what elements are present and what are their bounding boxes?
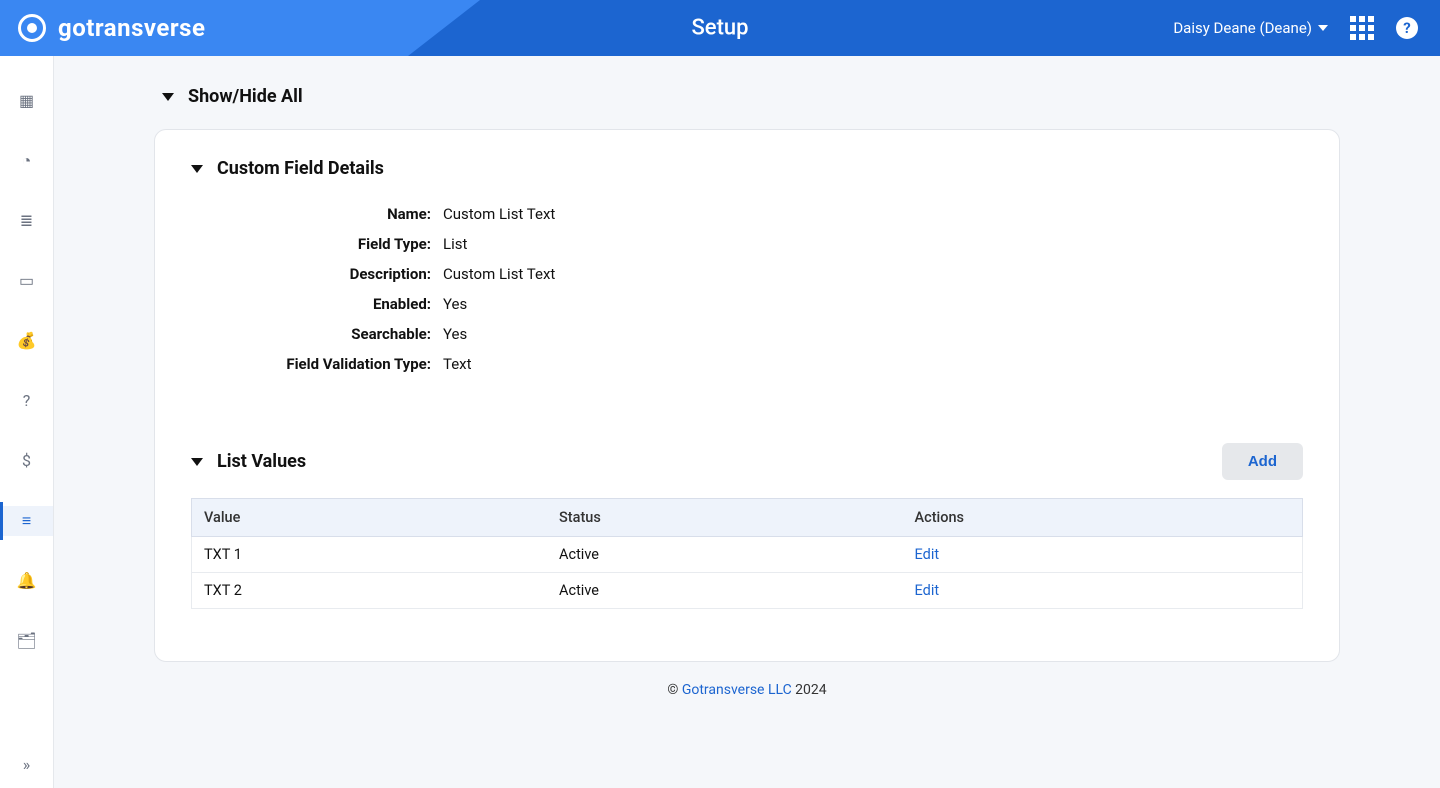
footer: © Gotransverse LLC 2024 — [154, 662, 1340, 704]
help-icon[interactable]: ? — [1396, 17, 1418, 39]
sidebar-item-money-bag[interactable]: 💰 — [0, 326, 53, 356]
detail-value: Yes — [443, 325, 1303, 343]
support-icon: ? — [23, 393, 31, 409]
custom-field-details: Name: Custom List Text Field Type: List Desc… — [191, 205, 1303, 373]
sidebar-item-dashboard[interactable]: ▦ — [0, 86, 53, 116]
setup-icon: ≡ — [22, 513, 31, 529]
sidebar: ▦ ◔ ≣ ▭ 💰? $ ≡ 🔔 🗂 » — [0, 56, 54, 788]
detail-value: Custom List Text — [443, 265, 1303, 283]
triangle-down-icon — [191, 458, 203, 466]
sidebar-item-notifications[interactable]: 🔔 — [0, 566, 53, 596]
sidebar-expand-toggle[interactable]: » — [23, 755, 31, 774]
currency-icon: $ — [22, 453, 31, 469]
brand-logo-icon — [18, 14, 46, 42]
list-values-header[interactable]: List Values — [191, 451, 306, 472]
cell-status: Active — [547, 537, 903, 573]
sidebar-item-support[interactable]: ? — [0, 386, 53, 416]
page-title: Setup — [691, 16, 748, 41]
detail-label: Description: — [191, 265, 431, 283]
detail-label: Name: — [191, 205, 431, 223]
col-value: Value — [192, 499, 548, 537]
footer-year: 2024 — [792, 682, 827, 698]
lists-icon: ≣ — [20, 213, 33, 229]
cell-value: TXT 1 — [192, 537, 548, 573]
detail-label: Searchable: — [191, 325, 431, 343]
history-icon: ◔ — [22, 153, 32, 169]
detail-label: Field Type: — [191, 235, 431, 253]
notifications-icon: 🔔 — [17, 573, 37, 589]
user-menu[interactable]: Daisy Deane (Deane) — [1173, 19, 1328, 37]
list-values-title: List Values — [217, 451, 306, 472]
col-actions: Actions — [903, 499, 1303, 537]
custom-field-details-header[interactable]: Custom Field Details — [191, 158, 1303, 179]
show-hide-all-label: Show/Hide All — [188, 86, 303, 107]
col-status: Status — [547, 499, 903, 537]
footer-prefix: © — [667, 682, 681, 698]
chevron-right-double-icon: » — [23, 755, 31, 774]
list-values-table: Value Status Actions TXT 1ActiveEditTXT … — [191, 498, 1303, 609]
triangle-down-icon — [162, 93, 174, 101]
footer-link[interactable]: Gotransverse LLC — [682, 682, 792, 698]
sidebar-item-documents[interactable]: ▭ — [0, 266, 53, 296]
documents-icon: ▭ — [19, 273, 34, 289]
detail-value: Custom List Text — [443, 205, 1303, 223]
custom-field-details-title: Custom Field Details — [217, 158, 384, 179]
chevron-down-icon — [1318, 25, 1328, 31]
main-content: Show/Hide All Custom Field Details Name:… — [54, 56, 1440, 788]
detail-label: Field Validation Type: — [191, 355, 431, 373]
header-right: Daisy Deane (Deane) ? — [1173, 16, 1440, 40]
records-icon: 🗂 — [16, 633, 36, 649]
add-button[interactable]: Add — [1222, 443, 1303, 480]
sidebar-item-records[interactable]: 🗂 — [0, 626, 53, 656]
brand[interactable]: gotransverse — [0, 0, 480, 56]
detail-value: Text — [443, 355, 1303, 373]
money-bag-icon: 💰 — [17, 333, 37, 349]
sidebar-item-history[interactable]: ◔ — [0, 146, 53, 176]
cell-value: TXT 2 — [192, 573, 548, 609]
detail-label: Enabled: — [191, 295, 431, 313]
detail-panel: Custom Field Details Name: Custom List Te… — [154, 129, 1340, 662]
sidebar-item-lists[interactable]: ≣ — [0, 206, 53, 236]
edit-link[interactable]: Edit — [915, 582, 940, 599]
user-label: Daisy Deane (Deane) — [1173, 19, 1312, 37]
show-hide-all-toggle[interactable]: Show/Hide All — [162, 86, 1340, 107]
cell-actions: Edit — [903, 573, 1303, 609]
triangle-down-icon — [191, 165, 203, 173]
app-header: gotransverse Setup Daisy Deane (Deane) ? — [0, 0, 1440, 56]
detail-value: List — [443, 235, 1303, 253]
cell-status: Active — [547, 573, 903, 609]
detail-value: Yes — [443, 295, 1303, 313]
sidebar-item-currency[interactable]: $ — [0, 446, 53, 476]
edit-link[interactable]: Edit — [915, 546, 940, 563]
sidebar-item-setup[interactable]: ≡ — [0, 506, 53, 536]
table-row: TXT 2Active Edit — [192, 573, 1303, 609]
brand-name: gotransverse — [58, 14, 205, 42]
cell-actions: Edit — [903, 537, 1303, 573]
table-header-row: Value Status Actions — [192, 499, 1303, 537]
table-row: TXT 1Active Edit — [192, 537, 1303, 573]
apps-grid-icon[interactable] — [1350, 16, 1374, 40]
dashboard-icon: ▦ — [19, 93, 34, 109]
